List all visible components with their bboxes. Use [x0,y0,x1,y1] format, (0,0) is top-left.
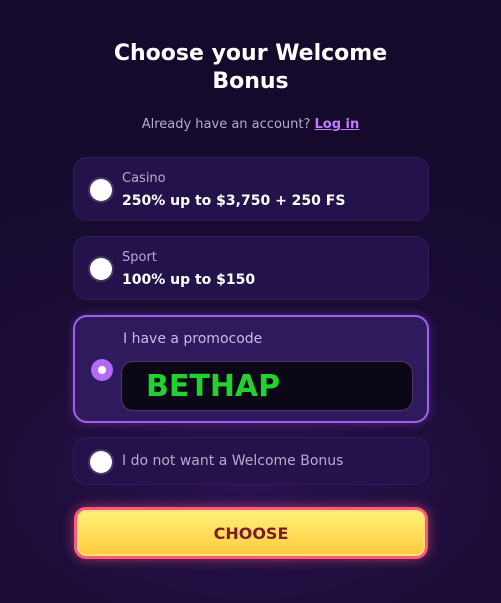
casino-offer: 250% up to $3,750 + 250 FS [122,193,346,209]
casino-label: Casino [122,171,166,186]
title-line-1: Choose your Welcome [113,41,388,66]
login-link[interactable]: Log in [315,117,360,132]
bonus-option-sport[interactable]: Sport 100% up to $150 [73,236,429,300]
login-prompt-text: Already have an account? [141,117,311,132]
radio-no-bonus[interactable] [90,451,112,473]
title-line-2: Bonus [212,69,289,94]
radio-sport[interactable] [90,258,112,280]
bonus-option-none[interactable]: I do not want a Welcome Bonus [73,437,429,485]
bonus-option-casino[interactable]: Casino 250% up to $3,750 + 250 FS [73,157,429,221]
promocode-label: I have a promocode [123,331,263,347]
radio-casino[interactable] [90,179,112,201]
promocode-input[interactable] [121,361,413,411]
sport-offer: 100% up to $150 [122,272,256,288]
page-title: Choose your Welcome Bonus [0,40,501,96]
login-prompt-row: Already have an account? Log in [0,117,501,132]
bonus-option-promocode[interactable]: I have a promocode [73,315,429,423]
sport-label: Sport [122,250,157,265]
radio-promocode[interactable] [91,359,113,381]
no-bonus-label: I do not want a Welcome Bonus [122,453,344,469]
choose-button[interactable]: CHOOSE [74,507,428,559]
